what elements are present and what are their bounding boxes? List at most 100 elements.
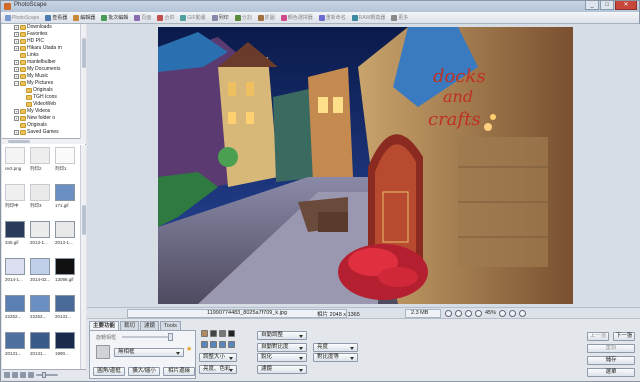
rotate-left-tool-icon[interactable]	[201, 341, 208, 348]
zoom-in-icon[interactable]	[499, 310, 506, 317]
save-button[interactable]: 儲存	[587, 356, 635, 365]
tree-node[interactable]: + HD PIC	[14, 38, 44, 45]
tree-expander-icon[interactable]: +	[14, 25, 19, 30]
tree-node[interactable]: + Hikaru Utada m	[14, 45, 62, 52]
tree-node[interactable]: VideoWeb	[20, 101, 56, 108]
tab-action-button[interactable]: 相片邊緣	[163, 367, 195, 376]
adjust-dropdown-right[interactable]: 亮度	[313, 343, 358, 352]
thumbnail[interactable]	[5, 147, 25, 164]
adjust-dropdown-right[interactable]: 對比度等	[313, 353, 358, 362]
thumbnail-scrollbar[interactable]	[80, 145, 86, 369]
folder-tree-scrollbar[interactable]	[80, 24, 86, 139]
toolbar-item-1[interactable]: 查看器	[44, 13, 68, 22]
delete-icon[interactable]	[28, 372, 34, 378]
thumbnail[interactable]	[55, 184, 75, 201]
tree-node[interactable]: TGH Icons	[20, 94, 57, 101]
thumbnail[interactable]	[5, 295, 25, 312]
tree-node[interactable]: Links	[14, 52, 39, 59]
tree-node[interactable]: + Saved Games	[14, 129, 59, 136]
thumbnail[interactable]	[30, 221, 50, 238]
thumbnail[interactable]	[30, 258, 50, 275]
thumbnail[interactable]	[5, 184, 25, 201]
tree-node[interactable]: Originals	[14, 122, 47, 129]
tab-action-button[interactable]: 擴大/縮小	[128, 367, 160, 376]
thumbnail[interactable]	[30, 332, 50, 349]
tab-0[interactable]: 主要功能	[89, 321, 120, 330]
tree-node[interactable]: + My Videos	[14, 108, 50, 115]
tree-node[interactable]: − My Pictures	[14, 80, 53, 87]
prev-button[interactable]: 上一張	[587, 332, 609, 341]
toolbar-item-10[interactable]: 顏色選擇器	[280, 13, 314, 22]
thumbnail[interactable]	[55, 221, 75, 238]
negative-tool-icon[interactable]	[228, 330, 235, 337]
thumbnail[interactable]	[5, 332, 25, 349]
toolbar-item-9[interactable]: 抓圖	[257, 13, 276, 22]
adjust-dropdown[interactable]: 自動對比度	[257, 343, 307, 352]
thumbnail[interactable]	[5, 258, 25, 275]
toolbar-item-0[interactable]: PhotoScape	[4, 13, 40, 22]
tree-expander-icon[interactable]: +	[14, 74, 19, 79]
close-button[interactable]: ✕	[615, 1, 637, 10]
tab-2[interactable]: 濾鏡	[140, 321, 160, 330]
toolbar-item-7[interactable]: 列印	[211, 13, 230, 22]
actual-size-icon[interactable]	[455, 310, 462, 317]
frame-slider[interactable]	[122, 336, 172, 338]
thumbnail[interactable]	[30, 295, 50, 312]
rotate-right-tool-icon[interactable]	[210, 341, 217, 348]
tree-expander-icon[interactable]: +	[14, 109, 19, 114]
rotate-right-icon[interactable]	[20, 372, 26, 378]
tree-expander-icon[interactable]: +	[14, 130, 19, 135]
next-button[interactable]: 下一張	[613, 332, 635, 341]
adjust-dropdown[interactable]: 濾鏡	[257, 365, 307, 374]
tab-action-button[interactable]: 圓角/邊框	[93, 367, 125, 376]
tree-node[interactable]: Originals	[20, 87, 53, 94]
adjust-dropdown[interactable]: 自動調整	[257, 331, 307, 340]
toolbar-item-13[interactable]: 更多	[390, 13, 409, 22]
zoom-out-icon[interactable]	[475, 310, 482, 317]
tab-1[interactable]: 裁切	[120, 321, 140, 330]
fit-screen-icon[interactable]	[445, 310, 452, 317]
tree-node[interactable]: + mantelbulber	[14, 59, 56, 66]
tree-node[interactable]: + Favorites	[14, 31, 48, 38]
tree-expander-icon[interactable]: +	[14, 39, 19, 44]
main-photo[interactable]: docks and crafts	[158, 27, 573, 304]
thumbnail-size-slider[interactable]	[36, 372, 58, 378]
folder-tree-horizontal-scrollbar[interactable]	[2, 139, 86, 144]
adjust-dropdown[interactable]: 亮度、色彩	[199, 365, 237, 374]
tree-expander-icon[interactable]: +	[14, 67, 19, 72]
flip-vertical-icon[interactable]	[228, 341, 235, 348]
tree-expander-icon[interactable]: +	[14, 32, 19, 37]
toolbar-item-2[interactable]: 編輯器	[72, 13, 96, 22]
toolbar-item-3[interactable]: 批次編輯	[100, 13, 129, 22]
tree-node[interactable]: + Downloads	[14, 24, 52, 31]
tree-expander-icon[interactable]: +	[14, 116, 19, 121]
tree-node[interactable]: + New folder o	[14, 115, 55, 122]
color-tool-icon[interactable]	[201, 330, 208, 337]
toolbar-item-6[interactable]: GIF動畫	[179, 13, 206, 22]
menu-button[interactable]: 選單	[587, 368, 635, 377]
thumbnail[interactable]	[30, 147, 50, 164]
tree-expander-icon[interactable]: +	[14, 46, 19, 51]
zoom-out-alt-icon[interactable]	[509, 310, 516, 317]
reset-button[interactable]: 重設	[587, 344, 635, 353]
flip-horizontal-icon[interactable]	[219, 341, 226, 348]
favorite-star-icon[interactable]: ★	[186, 345, 192, 353]
settings-icon[interactable]	[519, 310, 526, 317]
sepia-tool-icon[interactable]	[219, 330, 226, 337]
thumbnail[interactable]	[5, 221, 25, 238]
maximize-button[interactable]: □	[600, 1, 614, 10]
tree-node[interactable]: + My Music	[14, 73, 48, 80]
thumbnail[interactable]	[55, 332, 75, 349]
thumbnail[interactable]	[30, 184, 50, 201]
thumbnail[interactable]	[55, 147, 75, 164]
minimize-button[interactable]: _	[585, 1, 599, 10]
thumbnail[interactable]	[55, 258, 75, 275]
tree-node[interactable]: + My Documents	[14, 66, 60, 73]
view-mode-icon[interactable]	[4, 372, 10, 378]
tab-3[interactable]: Tools	[160, 321, 181, 330]
rotate-left-icon[interactable]	[12, 372, 18, 378]
adjust-dropdown[interactable]: 調整大小	[199, 353, 237, 362]
thumbnail[interactable]	[55, 295, 75, 312]
toolbar-item-8[interactable]: 分割	[234, 13, 253, 22]
toolbar-item-11[interactable]: 重新命名	[318, 13, 347, 22]
